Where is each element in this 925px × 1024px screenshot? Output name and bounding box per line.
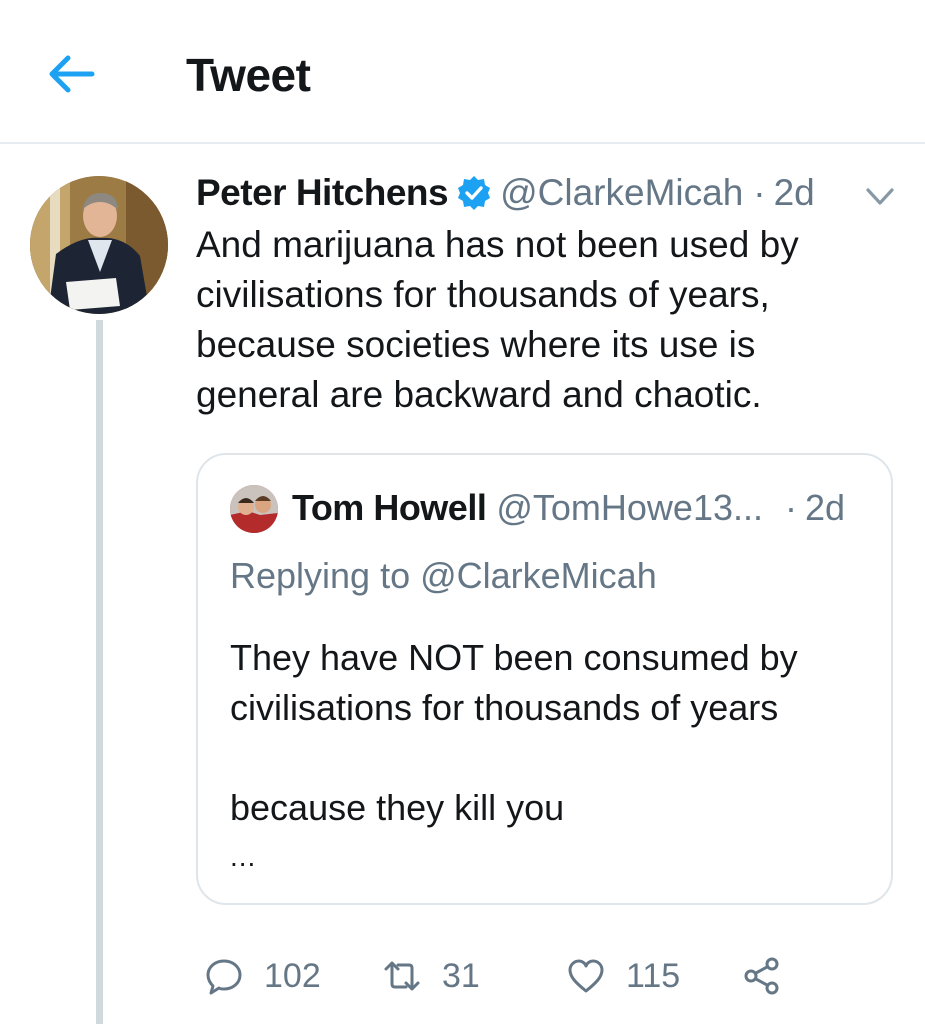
retweet-button[interactable]: 31	[382, 948, 480, 1004]
tweet-menu-button[interactable]	[860, 182, 900, 212]
quoted-author-handle: @TomHowe13...	[496, 487, 763, 528]
tweet-actions: 102 31 115	[196, 948, 896, 1004]
quoted-tweet[interactable]: Tom Howell @TomHowe13... · 2d Replying t…	[196, 453, 893, 905]
reply-count: 102	[264, 956, 321, 995]
quoted-author-avatar	[230, 485, 278, 533]
quoted-author-name: Tom Howell	[292, 487, 487, 528]
page-title: Tweet	[186, 49, 311, 101]
like-count: 115	[626, 956, 681, 995]
chevron-down-icon	[866, 188, 894, 205]
quoted-tweet-text: They have NOT been consumed by civilisat…	[230, 637, 798, 828]
quoted-tweet-time: 2d	[805, 487, 846, 528]
retweet-icon	[384, 961, 420, 991]
author-name[interactable]: Peter Hitchens	[196, 172, 449, 214]
like-icon	[568, 959, 604, 993]
tweet-time[interactable]: 2d	[774, 172, 815, 214]
back-button[interactable]	[44, 50, 96, 98]
author-avatar[interactable]	[30, 176, 168, 314]
reply-button[interactable]: 102	[204, 948, 321, 1004]
retweet-count: 31	[442, 956, 480, 995]
like-button[interactable]: 115	[566, 948, 680, 1004]
truncation-ellipsis: ...	[230, 841, 257, 872]
author-handle[interactable]: @ClarkeMicah	[500, 172, 743, 214]
thread-line	[96, 320, 103, 1024]
tweet-text: And marijuana has not been used by civil…	[196, 224, 799, 415]
share-icon	[744, 957, 779, 995]
share-button[interactable]	[742, 948, 802, 1004]
avatar-photo	[230, 485, 278, 533]
separator-dot: ·	[753, 172, 766, 213]
tweet-header: Peter Hitchens @ClarkeMicah · 2d	[196, 168, 815, 218]
separator-dot: ·	[785, 487, 797, 528]
verified-badge-icon	[458, 176, 491, 210]
arrow-left-icon	[49, 55, 95, 93]
top-app-bar: Tweet	[0, 0, 925, 144]
quoted-tweet-header: Tom Howell @TomHowe13... · 2d	[292, 483, 845, 533]
avatar-photo	[30, 176, 168, 314]
reply-icon	[206, 959, 242, 995]
replying-to-label: Replying to @ClarkeMicah	[230, 555, 657, 596]
